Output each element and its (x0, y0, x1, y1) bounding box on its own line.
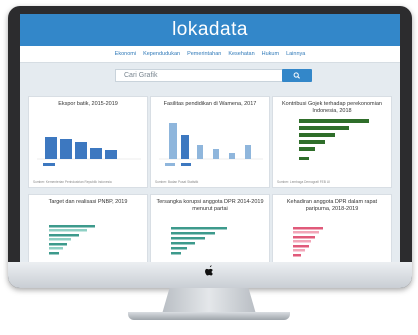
chart-card[interactable]: Fasilitas pendidikan di Wamena, 2017 Sum… (150, 96, 270, 188)
nav-item-ekonomi[interactable]: Ekonomi (115, 51, 136, 57)
chart-card[interactable]: Kehadiran anggota DPR dalam rapat paripu… (272, 194, 392, 262)
monitor-foot (128, 312, 290, 320)
apple-logo-icon (205, 265, 213, 276)
chart-card[interactable]: Kontribusi Gojek terhadap perekonomian I… (272, 96, 392, 188)
chart-card[interactable]: Tersangka korupsi anggota DPR 2014-2019 … (150, 194, 270, 262)
chart-card[interactable]: Ekspor batik, 2015-2019 Sumber: Kementer… (28, 96, 148, 188)
card-title: Fasilitas pendidikan di Wamena, 2017 (163, 101, 257, 107)
site-logo[interactable]: lokadata (20, 19, 400, 41)
card-source: Sumber: Badan Pusat Statistik (155, 180, 199, 184)
screen: lokadata Ekonomi Kependudukan Pemerintah… (20, 14, 400, 262)
card-chart-thumbnail (159, 123, 263, 166)
nav-item-kependudukan[interactable]: Kependudukan (143, 51, 180, 57)
search-button[interactable] (282, 69, 312, 82)
nav-item-pemerintahan[interactable]: Pemerintahan (187, 51, 221, 57)
card-chart-thumbnail (299, 119, 369, 160)
main-nav: Ekonomi Kependudukan Pemerintahan Keseha… (20, 46, 400, 63)
chart-card[interactable]: Target dan realisasi PNBP, 2019 (28, 194, 148, 262)
site-header: lokadata (20, 14, 400, 46)
monitor-stand (162, 288, 256, 314)
search-input[interactable]: Cari Grafik (115, 69, 303, 82)
card-chart-thumbnail (171, 227, 227, 255)
card-source: Sumber: Lembaga Demografi FEB UI (277, 180, 330, 184)
nav-item-lainnya[interactable]: Lainnya (286, 51, 305, 57)
card-chart-thumbnail (49, 225, 95, 255)
card-title: Target dan realisasi PNBP, 2019 (48, 199, 128, 205)
card-source: Sumber: Kementerian Perindustrian Republ… (33, 180, 112, 184)
search-icon (293, 72, 300, 79)
card-title: Ekspor batik, 2015-2019 (58, 101, 118, 107)
card-title: Tersangka korupsi anggota DPR 2014-2019 … (156, 199, 264, 212)
search-placeholder: Cari Grafik (124, 72, 158, 79)
card-title: Kontribusi Gojek terhadap perekonomian I… (282, 101, 382, 114)
card-chart-thumbnail (293, 227, 323, 257)
card-chart-thumbnail (37, 137, 141, 166)
card-title: Kehadiran anggota DPR dalam rapat paripu… (286, 199, 378, 212)
nav-item-hukum[interactable]: Hukum (262, 51, 279, 57)
nav-item-kesehatan[interactable]: Kesehatan (228, 51, 254, 57)
